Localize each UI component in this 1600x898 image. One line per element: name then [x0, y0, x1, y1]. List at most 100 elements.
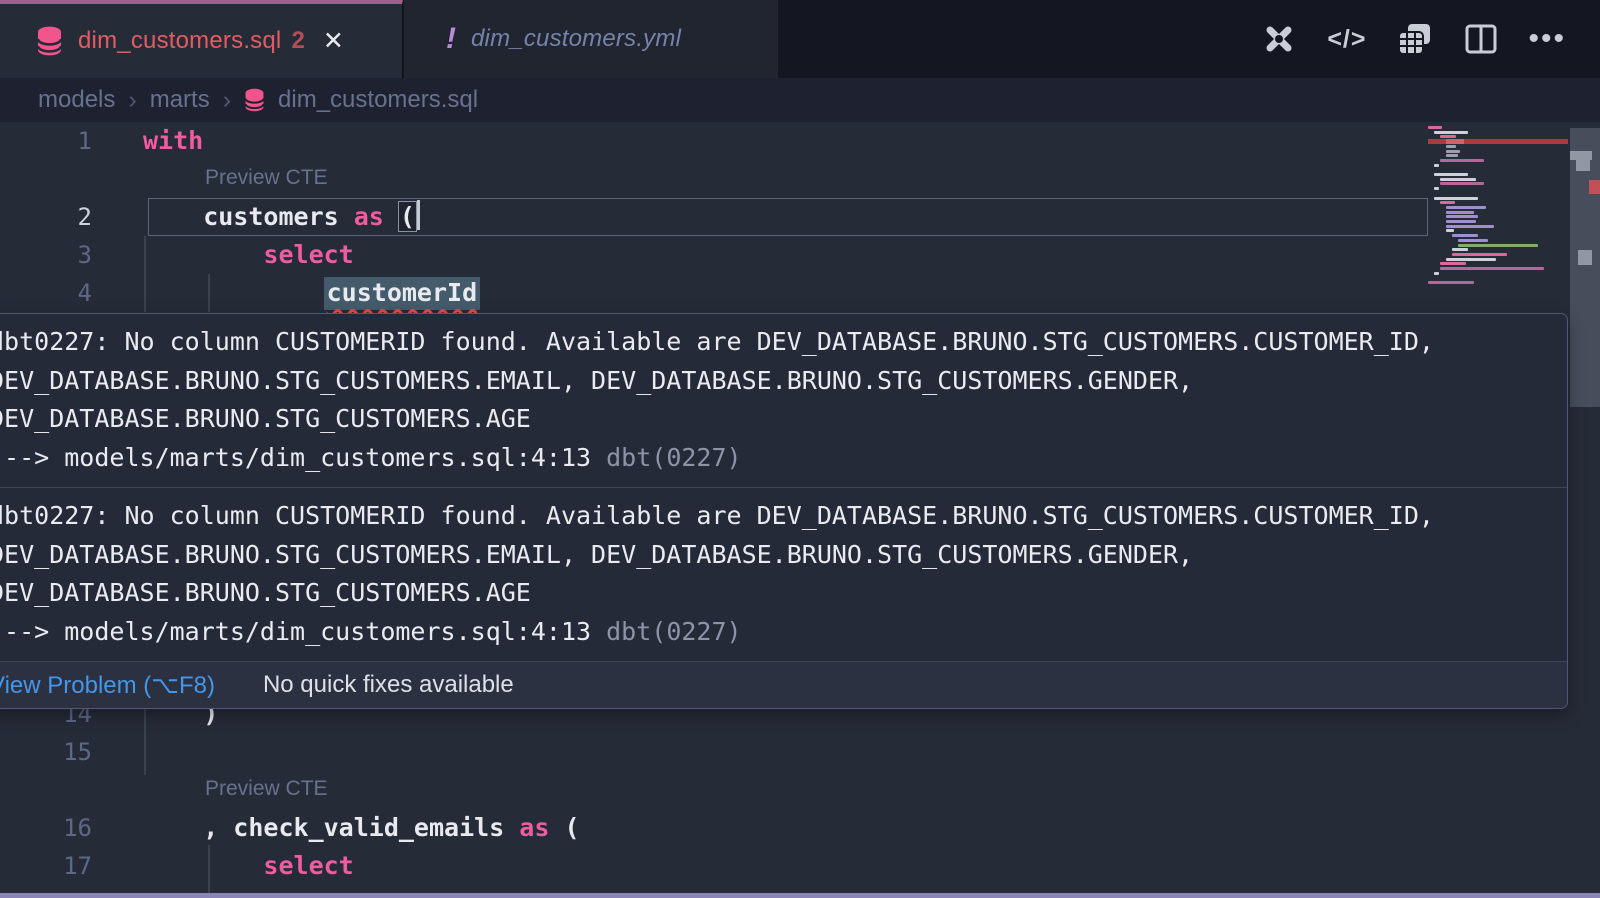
line-number: 15: [0, 733, 92, 771]
tab-dim-customers-sql[interactable]: dim_customers.sql 2 ✕: [0, 0, 403, 78]
code-line: 1 with: [0, 122, 1600, 160]
minimap-code-line: [1452, 248, 1468, 251]
error-text: DEV_DATABASE.BRUNO.STG_CUSTOMERS.EMAIL, …: [0, 540, 1193, 569]
minimap-code-line: [1440, 135, 1456, 138]
overview-ruler-error-mark: [1589, 180, 1600, 194]
code-editor-bottom[interactable]: 14 )15Preview CTE16 , check_valid_emails…: [0, 695, 1600, 885]
error-message-line: DEV_DATABASE.BRUNO.STG_CUSTOMERS.AGE: [0, 400, 1567, 439]
chevron-right-icon: ›: [223, 86, 231, 115]
indent-guide: [208, 845, 210, 893]
line-number: 17: [0, 847, 92, 885]
line-number: 4: [0, 274, 92, 312]
minimap-code-line: [1446, 220, 1476, 223]
error-message-block: dbt0227: No column CUSTOMERID found. Ava…: [0, 487, 1567, 661]
minimap-code-line: [1440, 178, 1476, 181]
minimap-code-line: [1446, 145, 1456, 148]
cursor-caret: [417, 200, 420, 230]
minimap[interactable]: [1428, 126, 1568, 306]
code-line: 16 , check_valid_emails as (: [0, 809, 1600, 847]
error-word-customerid: customerId: [324, 277, 481, 310]
error-code-ref: dbt(0227): [606, 443, 741, 472]
keyword-token: select: [263, 240, 353, 269]
code-token: , check_valid_emails: [143, 813, 519, 842]
minimap-code-line: [1428, 281, 1474, 284]
window-bottom-border: [0, 893, 1600, 898]
minimap-code-line: [1452, 253, 1507, 256]
minimap-code-line: [1440, 267, 1544, 270]
error-hover: dbt0227: No column CUSTOMERID found. Ava…: [0, 313, 1568, 709]
indent-guide: [208, 274, 210, 312]
code-editor-top[interactable]: 1 withPreview CTE2 customers as (3 select…: [0, 122, 1600, 312]
keyword-token: as: [519, 813, 549, 842]
overview-ruler-mark: [1578, 250, 1592, 265]
tab-problem-count: 2: [291, 27, 304, 55]
code-token: [143, 851, 263, 880]
query-results-icon[interactable]: [1396, 21, 1434, 57]
breadcrumb-segment-models[interactable]: models: [38, 86, 115, 114]
minimap-error-word: [1446, 139, 1464, 144]
code-token: customers: [143, 202, 354, 231]
split-editor-icon[interactable]: [1464, 22, 1498, 56]
tab-filename: dim_customers.yml: [471, 25, 681, 53]
error-text: DEV_DATABASE.BRUNO.STG_CUSTOMERS.AGE: [0, 578, 531, 607]
code-lens-preview-cte[interactable]: Preview CTE: [205, 160, 328, 196]
error-text: dbt0227: No column CUSTOMERID found. Ava…: [0, 501, 1434, 530]
error-text: --> models/marts/dim_customers.sql:4:13: [0, 617, 606, 646]
keyword-token: as: [354, 202, 384, 231]
line-number: 16: [0, 809, 92, 847]
more-actions-icon[interactable]: •••: [1528, 34, 1566, 44]
minimap-code-line: [1434, 197, 1478, 200]
line-number: 1: [0, 122, 92, 160]
keyword-token: with: [143, 126, 203, 155]
dbt-icon[interactable]: [1261, 21, 1297, 57]
tab-bar: dim_customers.sql 2 ✕ ! dim_customers.ym…: [0, 0, 1600, 78]
line-number: 3: [0, 236, 92, 274]
error-code-ref: dbt(0227): [606, 617, 741, 646]
error-message-line: dbt0227: No column CUSTOMERID found. Ava…: [0, 323, 1567, 362]
error-message-block: dbt0227: No column CUSTOMERID found. Ava…: [0, 314, 1567, 487]
breadcrumb-segment-marts[interactable]: marts: [150, 86, 210, 114]
matched-bracket: (: [399, 202, 416, 231]
code-line: 2 customers as (: [0, 198, 1600, 236]
quick-fix-status: No quick fixes available: [263, 671, 514, 699]
database-icon: [244, 88, 265, 112]
code-token: [384, 202, 399, 231]
tab-dim-customers-yml[interactable]: ! dim_customers.yml: [404, 0, 778, 78]
minimap-code-line: [1428, 126, 1442, 129]
minimap-code-line: [1458, 239, 1488, 242]
minimap-code-line: [1446, 206, 1486, 209]
indent-guide: [144, 236, 146, 312]
minimap-code-line: [1440, 262, 1466, 265]
minimap-code-line: [1458, 244, 1538, 247]
view-problem-link[interactable]: View Problem (⌥F8): [0, 671, 215, 700]
minimap-code-line: [1434, 164, 1439, 167]
code-line: 17 select: [0, 847, 1600, 885]
close-icon[interactable]: ✕: [323, 26, 344, 56]
tab-filename: dim_customers.sql: [78, 27, 281, 55]
minimap-code-line: [1446, 211, 1474, 214]
minimap-error-line: [1428, 139, 1568, 144]
overview-ruler-mark: [1570, 151, 1592, 160]
hover-footer: View Problem (⌥F8) No quick fixes availa…: [0, 661, 1567, 708]
minimap-code-line: [1446, 229, 1454, 232]
error-message-line: dbt0227: No column CUSTOMERID found. Ava…: [0, 497, 1567, 536]
minimap-code-line: [1446, 258, 1496, 261]
error-text: DEV_DATABASE.BRUNO.STG_CUSTOMERS.EMAIL, …: [0, 366, 1193, 395]
code-line: 15: [0, 733, 1600, 771]
minimap-code-line: [1434, 173, 1468, 176]
error-message-line: --> models/marts/dim_customers.sql:4:13 …: [0, 613, 1567, 652]
editor-actions: </> •••: [1261, 0, 1566, 78]
minimap-code-line: [1440, 201, 1455, 204]
code-line: 4 customerId: [0, 274, 1600, 312]
minimap-code-line: [1446, 215, 1478, 218]
database-icon: [36, 26, 63, 56]
minimap-code-line: [1446, 225, 1494, 228]
minimap-code-line: [1434, 272, 1439, 275]
compiled-code-icon[interactable]: </>: [1327, 25, 1366, 54]
code-lens-preview-cte[interactable]: Preview CTE: [205, 771, 328, 807]
breadcrumb-file[interactable]: dim_customers.sql: [278, 86, 478, 114]
error-message-line: DEV_DATABASE.BRUNO.STG_CUSTOMERS.EMAIL, …: [0, 536, 1567, 575]
error-message-line: --> models/marts/dim_customers.sql:4:13 …: [0, 439, 1567, 478]
error-text: dbt0227: No column CUSTOMERID found. Ava…: [0, 327, 1434, 356]
code-token: [143, 278, 324, 307]
